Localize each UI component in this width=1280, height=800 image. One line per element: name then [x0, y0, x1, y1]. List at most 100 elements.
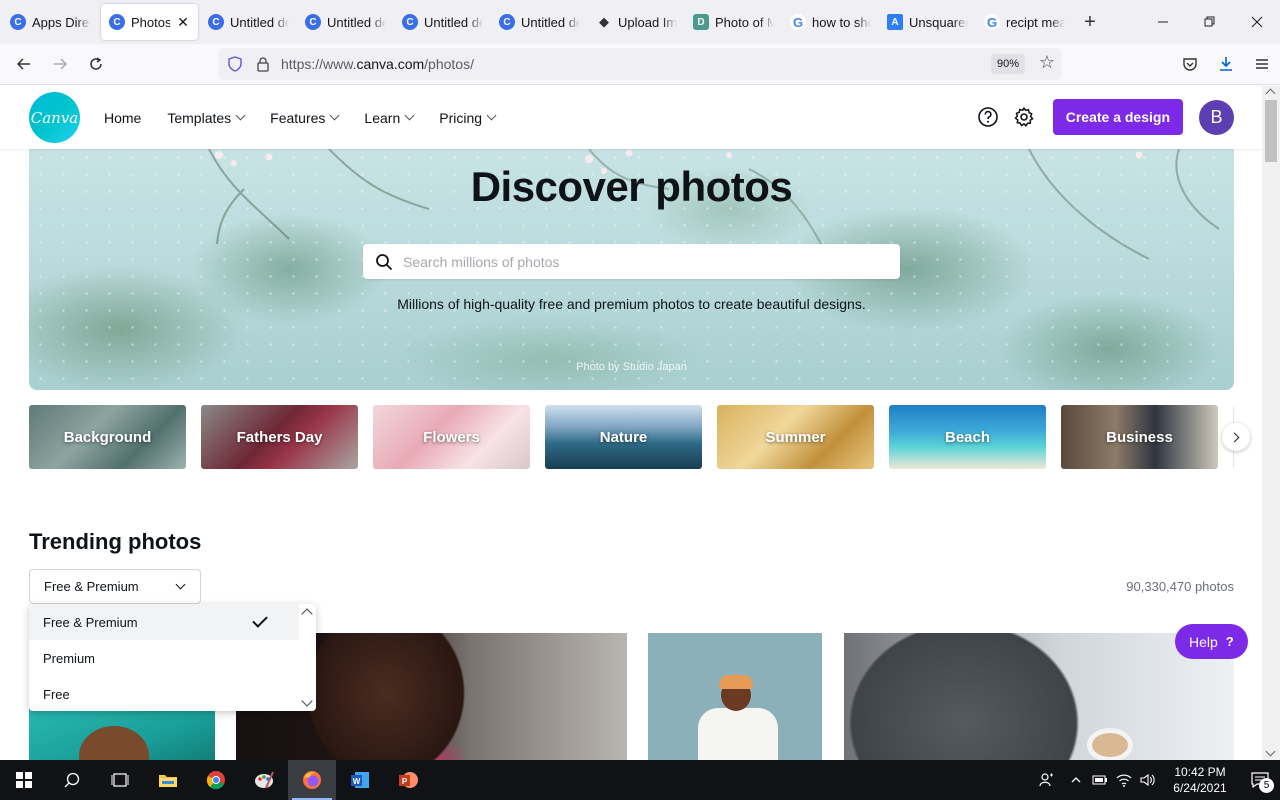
- battery-icon[interactable]: [1088, 760, 1112, 800]
- dropdown-option-free[interactable]: Free: [29, 676, 299, 711]
- system-tray: 10:42 PM 6/24/2021 5: [1030, 760, 1280, 800]
- shield-icon[interactable]: [227, 56, 243, 72]
- reload-icon: [90, 57, 102, 70]
- browser-tab[interactable]: A Unsquared: [879, 4, 976, 40]
- search-input[interactable]: [403, 253, 883, 270]
- browser-tab[interactable]: ◆ Upload Images: [588, 4, 685, 40]
- category-tile-summer[interactable]: Summer: [717, 405, 874, 469]
- browser-tab[interactable]: C Untitled design: [394, 4, 491, 40]
- menu-item-home[interactable]: Home: [104, 110, 141, 126]
- lock-icon[interactable]: [255, 56, 271, 72]
- minimize-button[interactable]: [1139, 0, 1186, 44]
- photo-subject: [79, 726, 149, 760]
- system-clock[interactable]: 10:42 PM 6/24/2021: [1160, 764, 1240, 796]
- category-tile-nature[interactable]: Nature: [545, 405, 702, 469]
- dropdown-scrollbar[interactable]: [299, 604, 316, 711]
- canva-logo[interactable]: Canva: [29, 92, 80, 143]
- folder-icon: [159, 775, 177, 787]
- avatar[interactable]: B: [1199, 99, 1234, 135]
- create-design-button[interactable]: Create a design: [1052, 99, 1183, 135]
- scroll-down-arrow-icon[interactable]: [301, 695, 313, 707]
- photo-thumbnail[interactable]: [648, 633, 822, 760]
- category-tile-fathers-day[interactable]: Fathers Day: [201, 405, 358, 469]
- url-prefix: https://www.: [281, 56, 357, 72]
- start-button[interactable]: [0, 760, 48, 800]
- photo-count: 90,330,470 photos: [1126, 579, 1234, 594]
- photo-thumbnail[interactable]: [29, 706, 215, 760]
- taskbar-word[interactable]: W: [336, 760, 384, 800]
- hero-banner: Discover photos Millions of high-quality…: [29, 149, 1234, 390]
- canva-favicon-icon: C: [305, 14, 321, 30]
- back-button[interactable]: [6, 48, 42, 80]
- taskbar-file-explorer[interactable]: [144, 760, 192, 800]
- app-menu-button[interactable]: [1244, 48, 1280, 80]
- taskbar-search-button[interactable]: [48, 760, 96, 800]
- browser-tab-label: Untitled design: [327, 14, 386, 30]
- photo-credit[interactable]: Photo by Studio Japan: [29, 361, 1234, 373]
- scroll-up-arrow-icon[interactable]: [301, 608, 313, 620]
- category-tile-background[interactable]: Background: [29, 405, 186, 469]
- browser-tab[interactable]: D Photo of Me: [685, 4, 782, 40]
- taskbar-powerpoint[interactable]: P: [384, 760, 432, 800]
- windows-logo-icon: [16, 772, 32, 788]
- page-scrollbar[interactable]: [1262, 86, 1280, 760]
- browser-tab[interactable]: C Photos ✕: [101, 4, 198, 40]
- volume-icon[interactable]: [1136, 760, 1160, 800]
- dropdown-option-premium[interactable]: Premium: [29, 640, 299, 676]
- menu-item-pricing[interactable]: Pricing: [439, 109, 497, 126]
- taskbar-chrome[interactable]: [192, 760, 240, 800]
- canva-header: Canva Home Templates Features Learn Pricing …: [0, 86, 1262, 149]
- address-bar[interactable]: https://www.canva.com/photos/ 90% ☆: [219, 48, 1061, 80]
- restore-button[interactable]: [1186, 0, 1233, 44]
- zoom-indicator[interactable]: 90%: [990, 54, 1025, 74]
- canva-favicon-icon: C: [109, 14, 125, 30]
- gear-icon[interactable]: [1013, 106, 1035, 128]
- new-tab-button[interactable]: +: [1073, 5, 1107, 39]
- category-tile-flowers[interactable]: Flowers: [373, 405, 530, 469]
- reload-button[interactable]: [78, 48, 114, 80]
- dropdown-option-free-premium[interactable]: Free & Premium: [29, 604, 299, 640]
- scrollbar-thumb[interactable]: [1265, 100, 1277, 162]
- forward-button[interactable]: [42, 48, 78, 80]
- windows-taskbar: W P 10:42 PM 6/24/2021 5: [0, 760, 1280, 800]
- carousel-next-button[interactable]: [1222, 423, 1250, 451]
- browser-tab[interactable]: Grecipt meaning: [976, 4, 1073, 40]
- downloads-button[interactable]: [1208, 48, 1244, 80]
- help-circle-icon[interactable]: [977, 106, 999, 128]
- wifi-icon[interactable]: [1112, 760, 1136, 800]
- word-icon: W: [351, 772, 369, 788]
- pocket-button[interactable]: [1172, 48, 1208, 80]
- scroll-down-arrow-icon[interactable]: [1265, 746, 1276, 757]
- d-favicon-icon: D: [693, 14, 709, 30]
- taskbar-firefox[interactable]: [288, 760, 336, 800]
- license-filter-select[interactable]: Free & Premium: [29, 569, 201, 604]
- help-button[interactable]: Help?: [1175, 624, 1248, 659]
- chevron-down-icon: [486, 110, 497, 121]
- scroll-up-arrow-icon[interactable]: [1265, 88, 1276, 99]
- browser-tab[interactable]: Ghow to show: [782, 4, 879, 40]
- close-window-button[interactable]: [1233, 0, 1280, 44]
- menu-item-learn[interactable]: Learn: [364, 110, 415, 126]
- dropdown-option-label: Free: [43, 686, 70, 702]
- taskbar-paint[interactable]: [240, 760, 288, 800]
- browser-tab[interactable]: C Untitled design: [297, 4, 394, 40]
- category-tile-business[interactable]: Business: [1061, 405, 1218, 469]
- bookmark-star-icon[interactable]: ☆: [1039, 52, 1055, 73]
- dropdown-options: Free & Premium Premium Free: [29, 604, 316, 711]
- browser-tab[interactable]: C Untitled design: [200, 4, 297, 40]
- close-tab-icon[interactable]: ✕: [176, 14, 190, 31]
- browser-tab[interactable]: C Untitled design: [491, 4, 588, 40]
- browser-tab-label: Upload Images: [618, 14, 677, 30]
- task-view-button[interactable]: [96, 760, 144, 800]
- photo-search-box[interactable]: [363, 244, 900, 279]
- firefox-icon: [303, 771, 321, 789]
- chevron-up-icon[interactable]: [1064, 760, 1088, 800]
- browser-tab[interactable]: C Apps Directory: [2, 4, 99, 40]
- menu-item-features[interactable]: Features: [270, 110, 340, 126]
- menu-item-label: Pricing: [439, 109, 483, 126]
- category-tile-beach[interactable]: Beach: [889, 405, 1046, 469]
- action-center-button[interactable]: 5: [1240, 760, 1280, 800]
- menu-item-templates[interactable]: Templates: [167, 110, 246, 126]
- people-icon[interactable]: [1030, 760, 1064, 800]
- photo-thumbnail[interactable]: [844, 633, 1234, 760]
